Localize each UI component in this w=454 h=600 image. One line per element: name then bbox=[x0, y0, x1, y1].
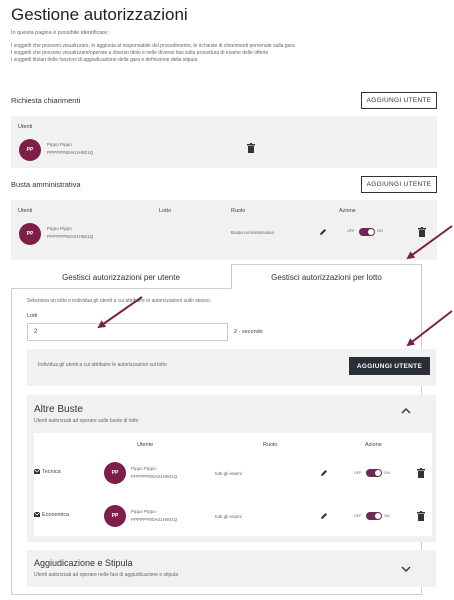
toggle-on-label: ON bbox=[377, 229, 383, 233]
chiarimenti-users-panel bbox=[11, 116, 437, 168]
lotto-select-input[interactable]: 2 bbox=[27, 323, 228, 341]
authorization-toggle[interactable] bbox=[366, 512, 382, 520]
aggiudicazione-panel[interactable] bbox=[27, 550, 436, 587]
trash-icon[interactable] bbox=[417, 511, 425, 521]
authorization-toggle[interactable] bbox=[359, 228, 375, 236]
col-header-utente: Utente bbox=[137, 442, 154, 448]
page-subtitle: In questa pagina è possibile identificar… bbox=[11, 30, 109, 36]
col-header-azione: Azione bbox=[339, 208, 356, 214]
avatar: PP bbox=[19, 223, 41, 245]
busta-name: Economica bbox=[42, 512, 70, 518]
toggle-on-label: ON bbox=[384, 471, 390, 475]
user-code: PPPPPP80A01H501Q bbox=[131, 517, 178, 522]
tab-per-utente[interactable]: Gestisci autorizzazioni per utente bbox=[11, 265, 231, 289]
page-title: Gestione autorizzazioni bbox=[11, 5, 188, 24]
altre-buste-table bbox=[34, 433, 432, 536]
bullet-item: I soggetti che possono visualizzare, in … bbox=[11, 43, 295, 49]
user-code: PPPPPP80A01H501Q bbox=[47, 234, 94, 239]
individua-text: Individua gli utenti a cui attribuire le… bbox=[38, 362, 167, 368]
authorization-toggle[interactable] bbox=[366, 469, 382, 477]
envelope-icon bbox=[34, 469, 40, 474]
col-header-ruolo: Ruolo bbox=[263, 442, 278, 448]
toggle-off-label: OFF bbox=[347, 229, 355, 233]
altre-buste-subtitle: Utenti autorizzati ad operare sulle bust… bbox=[34, 418, 139, 424]
lotto-instruction: Seleziona un lotto e individua gli utent… bbox=[27, 298, 211, 304]
user-role: Busta Amministrativa bbox=[231, 230, 274, 235]
trash-icon[interactable] bbox=[417, 468, 425, 478]
tab-per-lotto[interactable]: Gestisci autorizzazioni per lotto bbox=[231, 264, 422, 289]
add-user-button-lotto[interactable]: AGGIUNGI UTENTE bbox=[349, 357, 430, 375]
chevron-up-icon[interactable] bbox=[401, 407, 411, 415]
trash-icon[interactable] bbox=[418, 227, 426, 237]
lotti-label: Lotti bbox=[27, 313, 38, 319]
bullet-item: I soggetti che possono visualizzare/oper… bbox=[11, 50, 269, 56]
user-role: tutti gli esami bbox=[215, 471, 242, 476]
toggle-off-label: OFF bbox=[354, 471, 362, 475]
envelope-icon bbox=[34, 512, 40, 517]
col-header-lotto: Lotto bbox=[159, 208, 172, 214]
section-title-chiarimenti: Richiesta chiarimenti bbox=[11, 96, 81, 105]
lotto-name: 2 - secondo bbox=[234, 329, 263, 335]
col-header-ruolo: Ruolo bbox=[231, 208, 246, 214]
section-title-busta-amministrativa: Busta amministrativa bbox=[11, 180, 81, 189]
aggiudicazione-title: Aggiudicazione e Stipula bbox=[34, 558, 133, 568]
bullet-item: I soggetti titolari delle funzioni di ag… bbox=[11, 57, 198, 63]
user-code: PPPPPP80A01H501Q bbox=[131, 474, 178, 479]
user-role: tutti gli esami bbox=[215, 514, 242, 519]
toggle-on-label: ON bbox=[384, 514, 390, 518]
user-name: Pippo Pippo bbox=[131, 466, 156, 471]
col-header-azione: Azione bbox=[365, 442, 382, 448]
user-code: PPPPPP80A01H501Q bbox=[47, 150, 94, 155]
edit-icon[interactable] bbox=[320, 512, 328, 520]
edit-icon[interactable] bbox=[319, 228, 327, 236]
user-name: Pippo Pippo bbox=[47, 226, 72, 231]
toggle-off-label: OFF bbox=[354, 514, 362, 518]
altre-buste-title: Altre Buste bbox=[34, 404, 83, 415]
avatar: PP bbox=[19, 139, 41, 161]
busta-name: Tecnica bbox=[42, 469, 61, 475]
trash-icon[interactable] bbox=[247, 143, 255, 153]
add-user-button-chiarimenti[interactable]: AGGIUNGI UTENTE bbox=[361, 92, 437, 109]
avatar: PP bbox=[104, 462, 126, 484]
col-header-utenti: Utenti bbox=[18, 208, 33, 214]
edit-icon[interactable] bbox=[320, 469, 328, 477]
user-name: Pippo Pippo bbox=[131, 509, 156, 514]
user-name: Pippo Pippo bbox=[47, 142, 72, 147]
chevron-down-icon[interactable] bbox=[401, 565, 411, 573]
avatar: PP bbox=[104, 505, 126, 527]
add-user-button-busta[interactable]: AGGIUNGI UTENTE bbox=[361, 176, 437, 193]
col-header-utenti: Utenti bbox=[18, 124, 33, 130]
aggiudicazione-subtitle: Utenti autorizzati ad operare nelle fasi… bbox=[34, 572, 178, 578]
